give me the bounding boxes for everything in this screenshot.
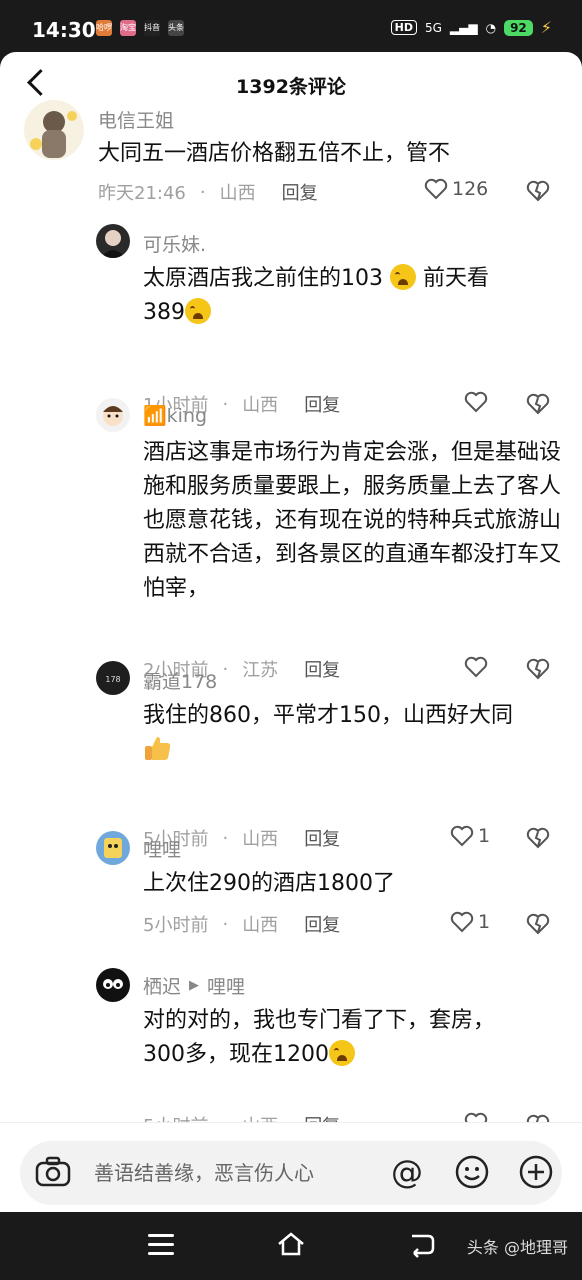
dislike-icon[interactable]: [526, 393, 550, 415]
comment-location: 江苏: [242, 660, 279, 681]
menu-icon[interactable]: [148, 1234, 174, 1255]
mention-icon[interactable]: @: [388, 1153, 426, 1191]
status-app-icons: 哈啰 淘宝 抖音 头条: [96, 20, 184, 36]
dislike-icon[interactable]: [526, 658, 550, 680]
comment-location: 山西: [242, 915, 279, 936]
like-button[interactable]: [464, 391, 488, 413]
like-button[interactable]: 126: [424, 178, 488, 200]
avatar[interactable]: [24, 100, 84, 160]
avatar[interactable]: [96, 968, 130, 1002]
comment-time: 昨天21:46: [98, 183, 186, 204]
like-button[interactable]: 1: [450, 825, 490, 847]
network-label: 5G: [424, 20, 442, 35]
comment-text: 对的对的，我也专门看了下，套房， 300多，现在1200: [143, 1008, 496, 1067]
reply-button[interactable]: 回复: [304, 911, 340, 937]
like-count: 1: [478, 911, 491, 933]
comment-username[interactable]: 哩哩: [143, 835, 181, 862]
avatar[interactable]: [96, 398, 130, 432]
wifi-icon: ◔: [485, 20, 497, 35]
comment-meta: 昨天21:46 · 山西 回复: [98, 179, 318, 205]
comment-username[interactable]: 栖迟: [143, 972, 181, 999]
emoji-icon[interactable]: [453, 1153, 491, 1191]
comment-location: 山西: [242, 395, 279, 416]
app-icon-hello: 哈啰: [96, 20, 112, 36]
signal-icon: ▂▄▆: [449, 20, 478, 35]
heart-icon: [464, 391, 488, 413]
comment-username[interactable]: 电信王姐: [98, 106, 174, 133]
crying-emoji-icon: [185, 298, 211, 324]
dislike-icon[interactable]: [526, 913, 550, 935]
charging-icon: ⚡: [540, 18, 552, 37]
avatar[interactable]: [96, 224, 130, 258]
status-bar: 14:30 哈啰 淘宝 抖音 头条 HD 5G ▂▄▆ ◔ 92 ⚡: [0, 0, 582, 52]
comment-text: 我住的860，平常才150，山西好大同: [143, 699, 563, 768]
comment-placeholder: 善语结善缘，恶言伤人心: [94, 1161, 314, 1185]
dislike-icon[interactable]: [526, 827, 550, 849]
comment-location: 山西: [219, 183, 256, 204]
comment-time: 5小时前: [143, 915, 209, 936]
like-count: 1: [478, 825, 491, 847]
back-nav-icon[interactable]: [406, 1232, 436, 1258]
battery-level: 92: [504, 19, 533, 36]
dislike-icon[interactable]: [526, 180, 550, 202]
reply-button[interactable]: 回复: [304, 656, 340, 682]
app-icon-douyin: 抖音: [144, 20, 160, 36]
reply-arrow-icon: ▶: [189, 978, 200, 993]
heart-icon: [464, 656, 488, 678]
page-title: 1392条评论: [236, 76, 346, 98]
comments-header: 1392条评论: [0, 52, 582, 114]
thumbs-up-emoji-icon: [145, 737, 171, 760]
heart-icon: [424, 178, 448, 200]
crying-laughing-emoji-icon: [328, 1040, 355, 1066]
like-button[interactable]: [464, 656, 488, 678]
comment-username-row: 栖迟 ▶ 哩哩: [143, 972, 245, 999]
like-count: 126: [452, 178, 489, 200]
like-button[interactable]: 1: [450, 911, 490, 933]
comment-username[interactable]: 可乐妹.: [143, 230, 206, 257]
camera-icon[interactable]: [34, 1153, 72, 1191]
crying-emoji-icon: [390, 264, 416, 290]
app-icon-toutiao: 头条: [168, 20, 184, 36]
reply-button[interactable]: 回复: [282, 179, 318, 205]
heart-icon: [450, 911, 474, 933]
status-right: HD 5G ▂▄▆ ◔ 92 ⚡: [390, 18, 552, 37]
avatar[interactable]: 178: [96, 661, 130, 695]
reply-to-username[interactable]: 哩哩: [207, 972, 245, 999]
comment-text: 上次住290的酒店1800了: [143, 871, 395, 896]
watermark: 头条 @地理哥: [466, 1238, 568, 1257]
comments-sheet: 1392条评论 电信王姐 大同五一酒店价格翻五倍不止，管不 昨天21:46 · …: [0, 52, 582, 1212]
system-nav-bar: 头条 @地理哥: [0, 1212, 582, 1280]
avatar[interactable]: [96, 831, 130, 865]
comment-location: 山西: [242, 829, 279, 850]
comment-text: 太原酒店我之前住的103 前天看 389: [143, 264, 489, 325]
comment-username[interactable]: 📶king: [143, 404, 207, 427]
comment-text: 大同五一酒店价格翻五倍不止，管不: [98, 141, 451, 166]
comment-meta: 5小时前 · 山西 回复: [143, 911, 340, 937]
status-time: 14:30: [32, 18, 96, 42]
svg-text:178: 178: [105, 675, 120, 684]
add-icon[interactable]: [517, 1153, 555, 1191]
reply-button[interactable]: 回复: [304, 391, 340, 417]
hd-badge: HD: [390, 20, 417, 35]
home-icon[interactable]: [276, 1230, 306, 1258]
app-icon-taobao: 淘宝: [120, 20, 136, 36]
comment-username[interactable]: 霸道178: [143, 667, 217, 694]
reply-button[interactable]: 回复: [304, 825, 340, 851]
comment-text: 酒店这事是市场行为肯定会涨，但是基础设施和服务质量要跟上，服务质量上去了客人也愿…: [143, 440, 562, 601]
heart-icon: [450, 825, 474, 847]
comment-composer: 善语结善缘，恶言伤人心 @: [0, 1122, 582, 1212]
